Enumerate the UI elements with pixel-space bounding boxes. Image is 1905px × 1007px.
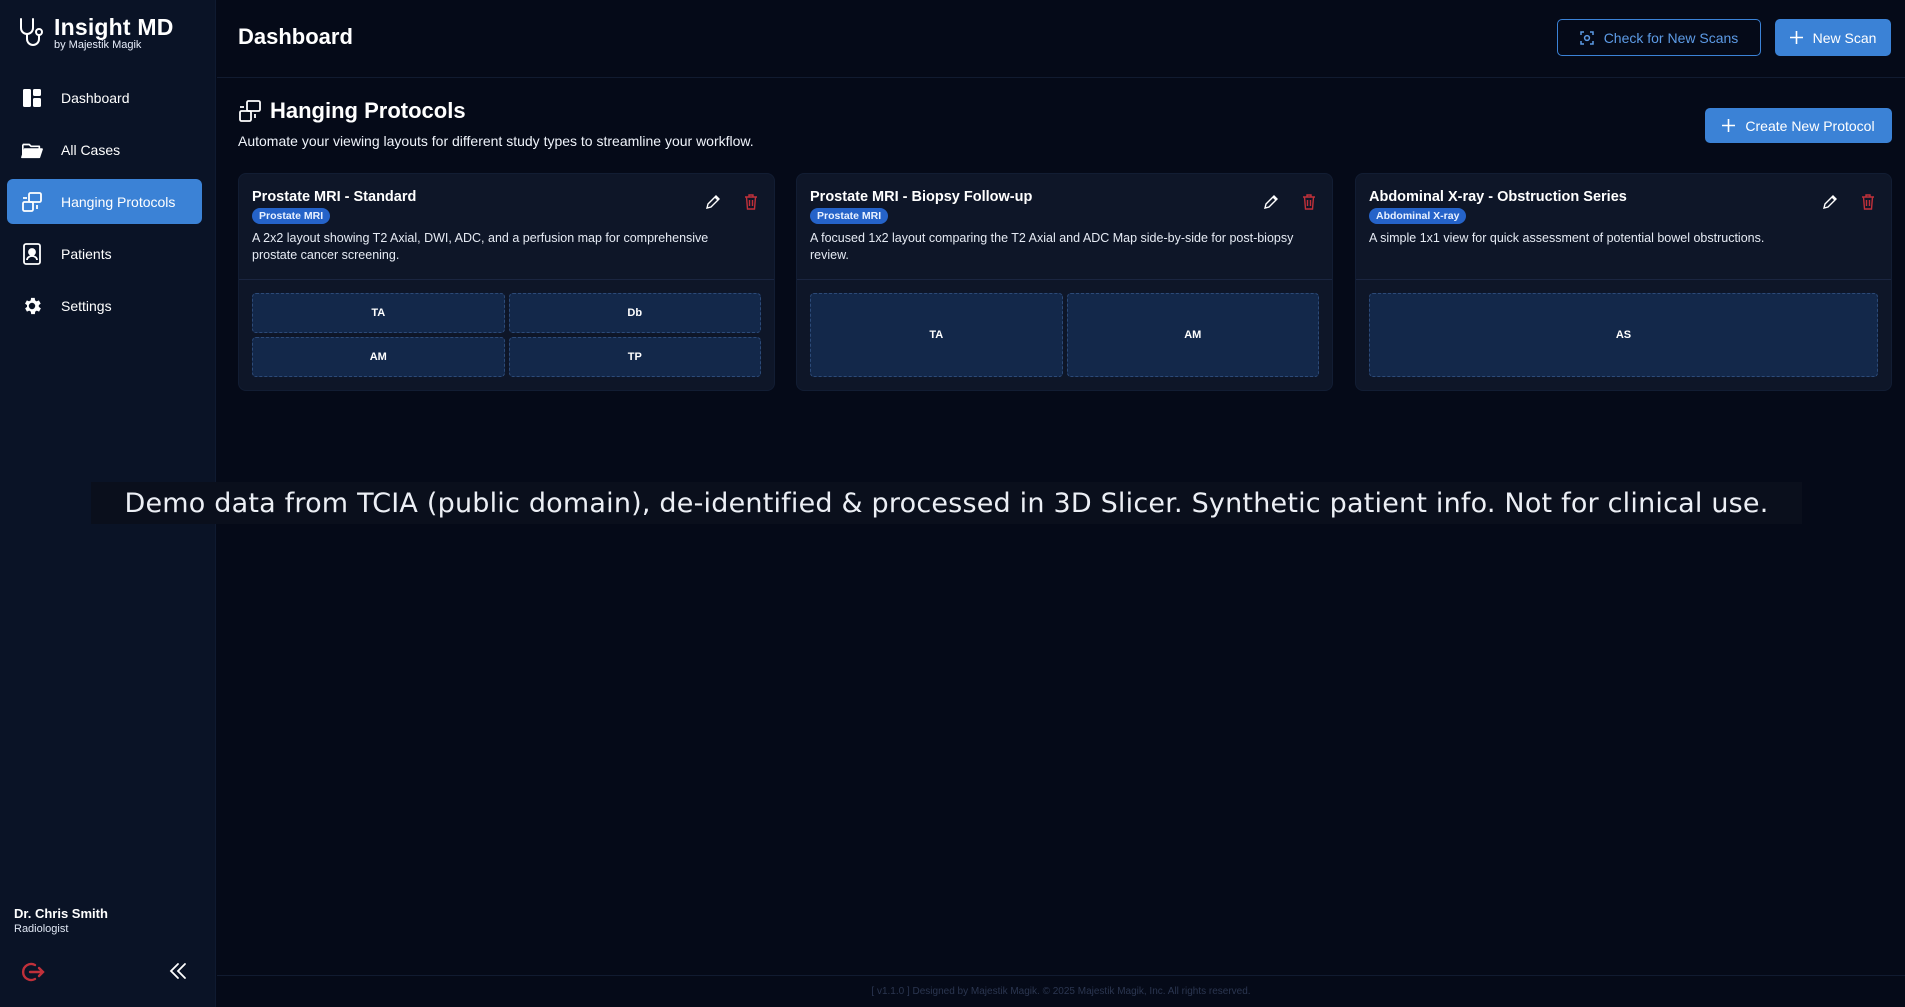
protocol-title: Abdominal X-ray - Obstruction Series xyxy=(1369,189,1627,205)
logout-icon xyxy=(22,962,45,982)
check-new-scans-label: Check for New Scans xyxy=(1603,29,1739,46)
user-profile: Dr. Chris Smith Radiologist xyxy=(14,905,108,937)
card-actions xyxy=(703,192,761,212)
edit-button[interactable] xyxy=(703,192,723,212)
study-type-badge: Abdominal X-ray xyxy=(1369,208,1467,224)
app-subtitle: by Majestik Magik xyxy=(54,39,142,51)
protocol-description: A 2x2 layout showing T2 Axial, DWI, ADC,… xyxy=(252,231,709,262)
sidebar-item-settings[interactable]: Settings xyxy=(7,283,202,328)
layout-preview: TA Db AM TP xyxy=(252,293,761,377)
plus-icon xyxy=(1722,119,1736,132)
sidebar-item-dashboard[interactable]: Dashboard xyxy=(7,75,202,120)
section-description: Automate your viewing layouts for differ… xyxy=(238,133,754,149)
edit-button[interactable] xyxy=(1261,192,1281,212)
protocol-description: A focused 1x2 layout comparing the T2 Ax… xyxy=(810,231,1294,262)
scan-icon xyxy=(1579,30,1594,45)
trash-icon xyxy=(1303,194,1315,210)
folder-icon xyxy=(21,139,43,161)
card-actions xyxy=(1820,192,1878,212)
layout-preview: AS xyxy=(1369,293,1878,377)
study-type-badge: Prostate MRI xyxy=(252,208,331,224)
user-role: Radiologist xyxy=(14,923,69,935)
plus-icon xyxy=(1789,31,1803,44)
section-heading: Hanging Protocols xyxy=(238,98,466,124)
pencil-icon xyxy=(706,195,720,209)
delete-button[interactable] xyxy=(1299,192,1319,212)
stethoscope-icon xyxy=(20,18,43,46)
sidebar-item-patients[interactable]: Patients xyxy=(7,231,202,276)
dashboard-icon xyxy=(21,87,43,109)
new-scan-button[interactable]: New Scan xyxy=(1775,19,1891,56)
layout-cell: AM xyxy=(1066,293,1319,377)
sidebar-item-label: Settings xyxy=(61,297,112,314)
sidebar-item-label: All Cases xyxy=(61,141,121,158)
delete-button[interactable] xyxy=(1858,192,1878,212)
create-protocol-label: Create New Protocol xyxy=(1745,117,1875,134)
sidebar-nav: Dashboard All Cases Hanging Protocols Pa… xyxy=(7,75,202,335)
demo-disclaimer-banner: Demo data from TCIA (public domain), de-… xyxy=(91,482,1802,524)
protocol-card: Prostate MRI - Standard Prostate MRI A 2… xyxy=(238,173,775,391)
create-protocol-button[interactable]: Create New Protocol xyxy=(1705,108,1892,143)
sidebar-item-hanging-protocols[interactable]: Hanging Protocols xyxy=(7,179,202,224)
layout-cell: AM xyxy=(252,337,505,377)
divider xyxy=(239,279,774,280)
check-new-scans-button[interactable]: Check for New Scans xyxy=(1557,19,1761,56)
edit-button[interactable] xyxy=(1820,192,1840,212)
logout-button[interactable] xyxy=(20,960,46,984)
chevrons-left-icon xyxy=(169,963,186,979)
protocol-title: Prostate MRI - Biopsy Follow-up xyxy=(810,189,1033,205)
divider xyxy=(1356,279,1891,280)
user-name: Dr. Chris Smith xyxy=(14,906,108,921)
layout-icon xyxy=(239,100,261,122)
protocol-card: Prostate MRI - Biopsy Follow-up Prostate… xyxy=(796,173,1333,391)
layout-cell: TA xyxy=(810,293,1063,377)
sidebar-item-label: Hanging Protocols xyxy=(61,193,176,210)
layout-cell: AS xyxy=(1369,293,1878,377)
section-title: Hanging Protocols xyxy=(270,98,466,123)
sidebar-item-label: Patients xyxy=(61,245,112,262)
layout-cell: Db xyxy=(508,293,761,333)
protocol-title: Prostate MRI - Standard xyxy=(252,189,417,205)
footer: [ v1.1.0 ] Designed by Majestik Magik. ©… xyxy=(217,975,1905,1007)
collapse-sidebar-button[interactable] xyxy=(168,960,188,982)
delete-button[interactable] xyxy=(741,192,761,212)
header: Dashboard Check for New Scans New Scan xyxy=(217,0,1905,78)
gear-icon xyxy=(21,295,43,317)
pencil-icon xyxy=(1823,195,1837,209)
sidebar-item-all-cases[interactable]: All Cases xyxy=(7,127,202,172)
divider xyxy=(797,279,1332,280)
page-title: Dashboard xyxy=(238,24,353,49)
layout-cell: TP xyxy=(508,337,761,377)
trash-icon xyxy=(745,194,757,210)
new-scan-label: New Scan xyxy=(1812,29,1877,46)
layout-icon xyxy=(21,191,43,213)
protocol-card: Abdominal X-ray - Obstruction Series Abd… xyxy=(1355,173,1892,391)
trash-icon xyxy=(1862,194,1874,210)
app-title: Insight MD xyxy=(54,14,174,40)
protocol-description: A simple 1x1 view for quick assessment o… xyxy=(1369,231,1765,245)
footer-text: [ v1.1.0 ] Designed by Majestik Magik. ©… xyxy=(871,986,1251,997)
study-type-badge: Prostate MRI xyxy=(810,208,889,224)
layout-preview: TA AM xyxy=(810,293,1319,377)
patient-card-icon xyxy=(21,242,43,265)
card-actions xyxy=(1261,192,1319,212)
sidebar-item-label: Dashboard xyxy=(61,89,130,106)
layout-cell: TA xyxy=(252,293,505,333)
pencil-icon xyxy=(1264,195,1278,209)
brand: Insight MD by Majestik Magik xyxy=(16,14,174,51)
